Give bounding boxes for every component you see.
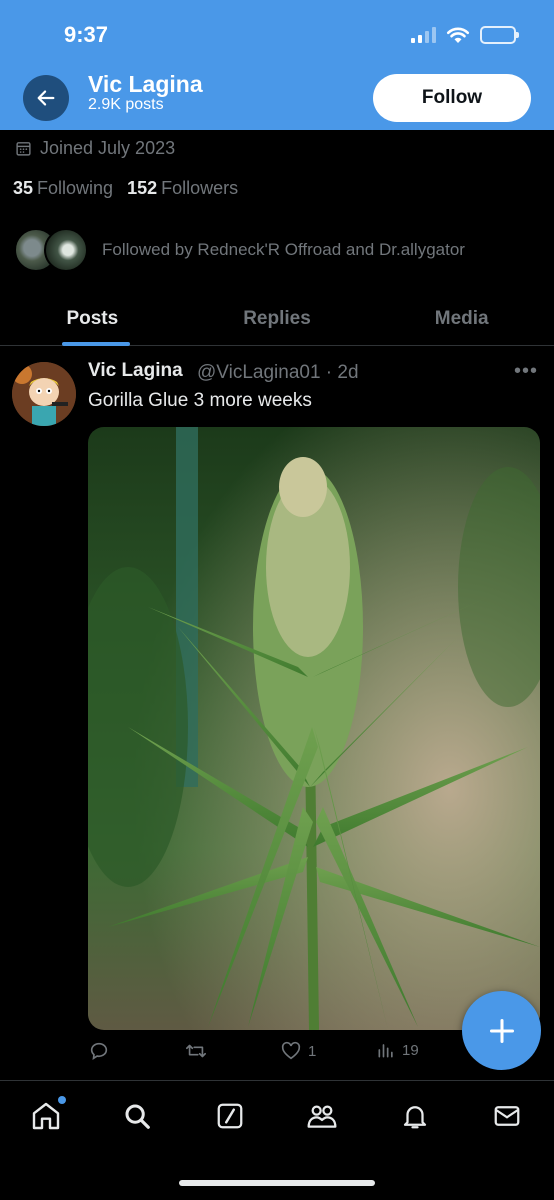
- following-link[interactable]: 35 Following: [13, 178, 113, 199]
- compose-button[interactable]: [462, 991, 541, 1070]
- status-icons: [411, 26, 519, 44]
- follow-button[interactable]: Follow: [373, 74, 531, 122]
- notifications-icon: [403, 1106, 427, 1129]
- cannabis-plant-image: [88, 427, 540, 1030]
- tweet-text: Gorilla Glue 3 more weeks: [88, 390, 312, 411]
- more-icon[interactable]: •••: [514, 360, 538, 383]
- heart-icon: [281, 1041, 301, 1060]
- tweet-handle-time: @VicLagina01 · 2d: [197, 362, 359, 383]
- follow-counts: 35 Following 152 Followers: [13, 178, 238, 199]
- following-count: 35: [13, 178, 34, 198]
- views-count: 19: [402, 1041, 419, 1059]
- joined-text: Joined July 2023: [40, 138, 176, 158]
- nav-home[interactable]: [28, 1096, 66, 1134]
- retweet-icon: [186, 1044, 206, 1058]
- header-profile-name: Vic Lagina: [88, 71, 203, 97]
- grok-icon: [217, 1103, 243, 1129]
- like-count: 1: [308, 1042, 317, 1060]
- profile-tabs: Posts Replies Media: [0, 292, 554, 346]
- arrow-left-icon: [37, 90, 55, 106]
- nav-search[interactable]: [119, 1098, 155, 1134]
- following-label: Following: [37, 178, 114, 198]
- nav-communities[interactable]: [304, 1098, 340, 1134]
- home-icon: [32, 1102, 60, 1130]
- followed-by-text: Followed by Redneck'R Offroad and Dr.all…: [102, 240, 465, 259]
- communities-icon: [307, 1105, 337, 1128]
- wifi-icon: [446, 27, 470, 43]
- views-button[interactable]: 19: [376, 1040, 419, 1060]
- nav-grok[interactable]: [212, 1098, 248, 1134]
- home-indicator: [179, 1180, 375, 1186]
- reply-icon: [90, 1042, 108, 1060]
- active-tab-indicator: [62, 342, 130, 346]
- followed-by-row[interactable]: Followed by Redneck'R Offroad and Dr.all…: [14, 228, 465, 272]
- joined-date: Joined July 2023: [15, 138, 175, 159]
- notification-dot: [58, 1096, 66, 1104]
- follower-avatar: [44, 228, 88, 272]
- calendar-icon: [16, 142, 31, 156]
- views-icon: [378, 1044, 393, 1058]
- nav-messages[interactable]: [489, 1098, 525, 1134]
- like-button[interactable]: 1: [280, 1040, 316, 1062]
- header-posts-count: 2.9K posts: [88, 96, 164, 113]
- back-button[interactable]: [23, 75, 69, 121]
- messages-icon: [494, 1106, 520, 1126]
- followers-count: 152: [127, 178, 158, 198]
- nav-notifications[interactable]: [397, 1098, 433, 1134]
- battery-icon: [480, 26, 519, 44]
- followers-link[interactable]: 152 Followers: [127, 178, 238, 199]
- reply-button[interactable]: [88, 1040, 116, 1062]
- profile-header: 9:37 Vic Lagina 2.9K posts Follow: [0, 0, 554, 130]
- followers-label: Followers: [161, 178, 239, 198]
- signal-icon: [411, 27, 436, 43]
- status-time: 9:37: [64, 22, 109, 47]
- tweet-author-avatar[interactable]: [12, 362, 76, 426]
- tab-media[interactable]: Media: [369, 292, 554, 345]
- plus-icon: [489, 1018, 514, 1043]
- tweet-author-name[interactable]: Vic Lagina: [88, 360, 183, 382]
- tab-posts[interactable]: Posts: [0, 292, 185, 345]
- tweet-image[interactable]: [88, 427, 540, 1030]
- retweet-button[interactable]: [184, 1040, 214, 1062]
- search-icon: [125, 1104, 150, 1129]
- tab-replies[interactable]: Replies: [185, 292, 370, 345]
